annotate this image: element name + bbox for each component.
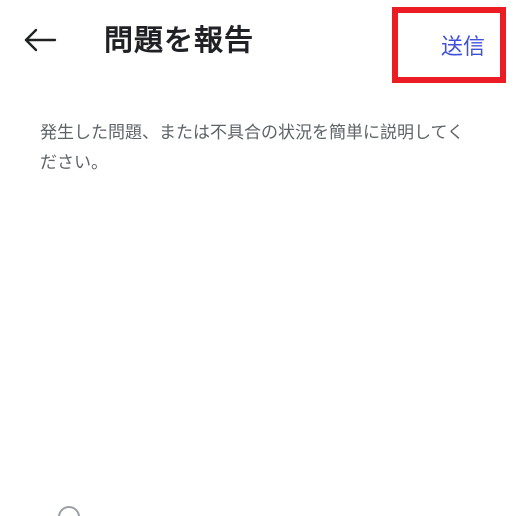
circle-icon [58, 506, 80, 516]
arrow-left-icon [24, 28, 57, 52]
page-title: 問題を報告 [104, 23, 255, 57]
report-problem-screen: 問題を報告 送信 発生した問題、または不具合の状況を簡単に説明してください。 [0, 0, 519, 516]
description-field[interactable]: 発生した問題、または不具合の状況を簡単に説明してください。 [40, 118, 480, 418]
back-button[interactable] [16, 18, 64, 62]
send-button[interactable]: 送信 [398, 13, 500, 77]
